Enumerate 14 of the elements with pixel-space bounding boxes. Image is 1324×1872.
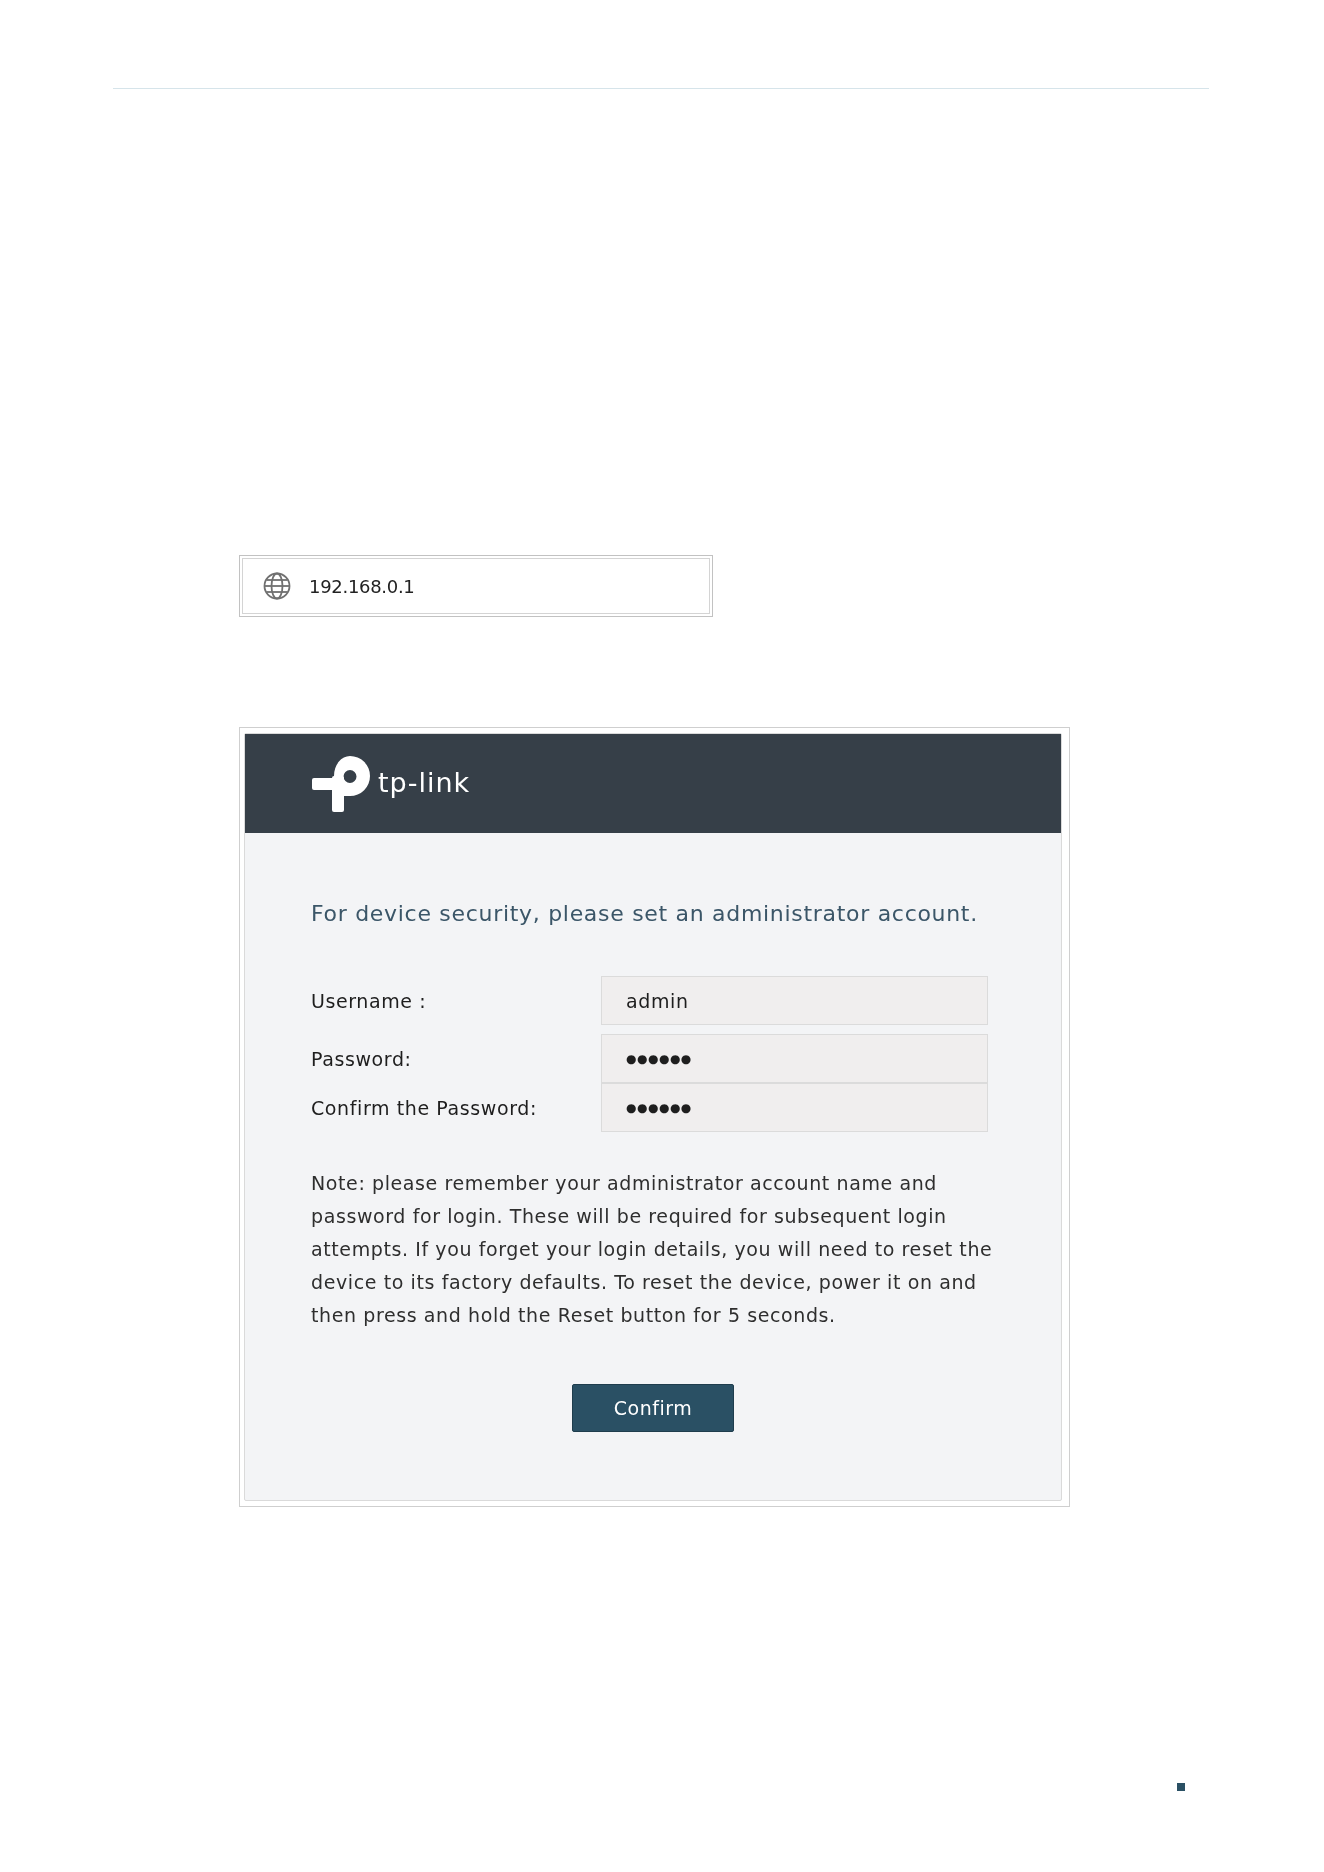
input-field[interactable]: admin [601,976,988,1025]
logo-icon [312,755,370,812]
globe-icon [263,572,291,600]
address-bar[interactable]: 192.168.0.1 [239,555,713,617]
logo-text: tp-link [378,767,471,798]
field-label: Password: [311,1047,413,1070]
password-field[interactable]: ●●●●●● [601,1083,988,1132]
field-label: Confirm the Password: [311,1096,538,1119]
page-marker-icon [1177,1783,1185,1791]
confirm-button[interactable]: Confirm [572,1384,734,1432]
note-text: Note: please remember your administrator account name and password for login. These will be required for subsequent login attempts. If you forget your login details, you will need to reset the device to its factory defaults. To reset the device, power it on and then press and hold the Reset button for 5 seconds. [311,1171,994,1328]
field-label: Username : [311,989,428,1012]
form-heading: For device security, please set an administrator account. [311,900,978,928]
password-field[interactable]: ●●●●●● [601,1034,988,1083]
